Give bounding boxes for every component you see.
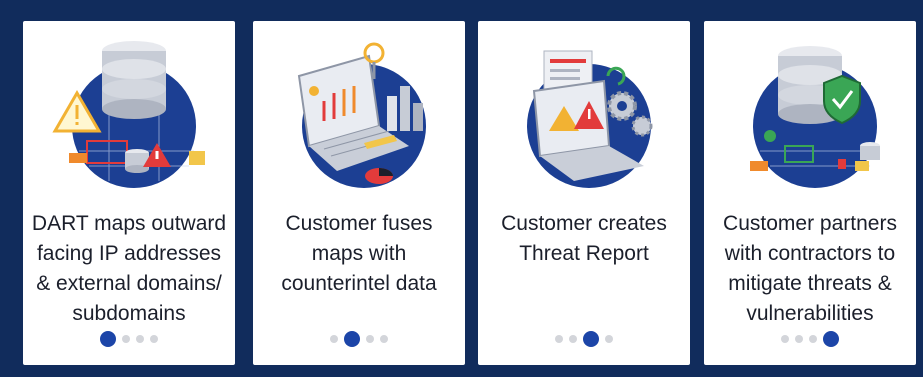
pagination-dot-1[interactable] (100, 331, 116, 347)
carousel-card-4[interactable]: Customer partners with contractors to mi… (704, 21, 916, 365)
pagination-dot-1[interactable] (330, 335, 338, 343)
pagination-dot-2[interactable] (122, 335, 130, 343)
pagination-dots (478, 331, 690, 351)
card-caption: DART maps outward facing IP addresses & … (31, 212, 227, 325)
card-caption: Customer partners with contractors to mi… (723, 212, 897, 325)
pagination-dots (253, 331, 465, 351)
database-warning-illustration (52, 41, 205, 188)
carousel-card-1[interactable]: DART maps outward facing IP addresses & … (23, 21, 235, 365)
pagination-dot-2[interactable] (344, 331, 360, 347)
pagination-dot-4[interactable] (150, 335, 158, 343)
pagination-dot-4[interactable] (605, 335, 613, 343)
carousel-card-3[interactable]: Customer creates Threat Report (478, 21, 690, 365)
carousel-card-2[interactable]: Customer fuses maps with counterintel da… (253, 21, 465, 365)
pagination-dot-1[interactable] (555, 335, 563, 343)
pagination-dots (704, 331, 916, 351)
card-caption: Customer creates Threat Report (501, 212, 667, 265)
pagination-dot-4[interactable] (380, 335, 388, 343)
pagination-dot-3[interactable] (136, 335, 144, 343)
database-shield-illustration (750, 46, 880, 188)
pagination-dot-2[interactable] (569, 335, 577, 343)
pagination-dot-2[interactable] (795, 335, 803, 343)
pagination-dot-3[interactable] (583, 331, 599, 347)
pagination-dot-3[interactable] (366, 335, 374, 343)
card-caption: Customer fuses maps with counterintel da… (281, 212, 437, 295)
pagination-dot-3[interactable] (809, 335, 817, 343)
pagination-dot-1[interactable] (781, 335, 789, 343)
threat-report-laptop-illustration (527, 50, 653, 188)
pagination-dots (23, 331, 235, 351)
pagination-dot-4[interactable] (823, 331, 839, 347)
laptop-analytics-illustration (297, 42, 426, 188)
carousel: DART maps outward facing IP addresses & … (0, 0, 923, 377)
